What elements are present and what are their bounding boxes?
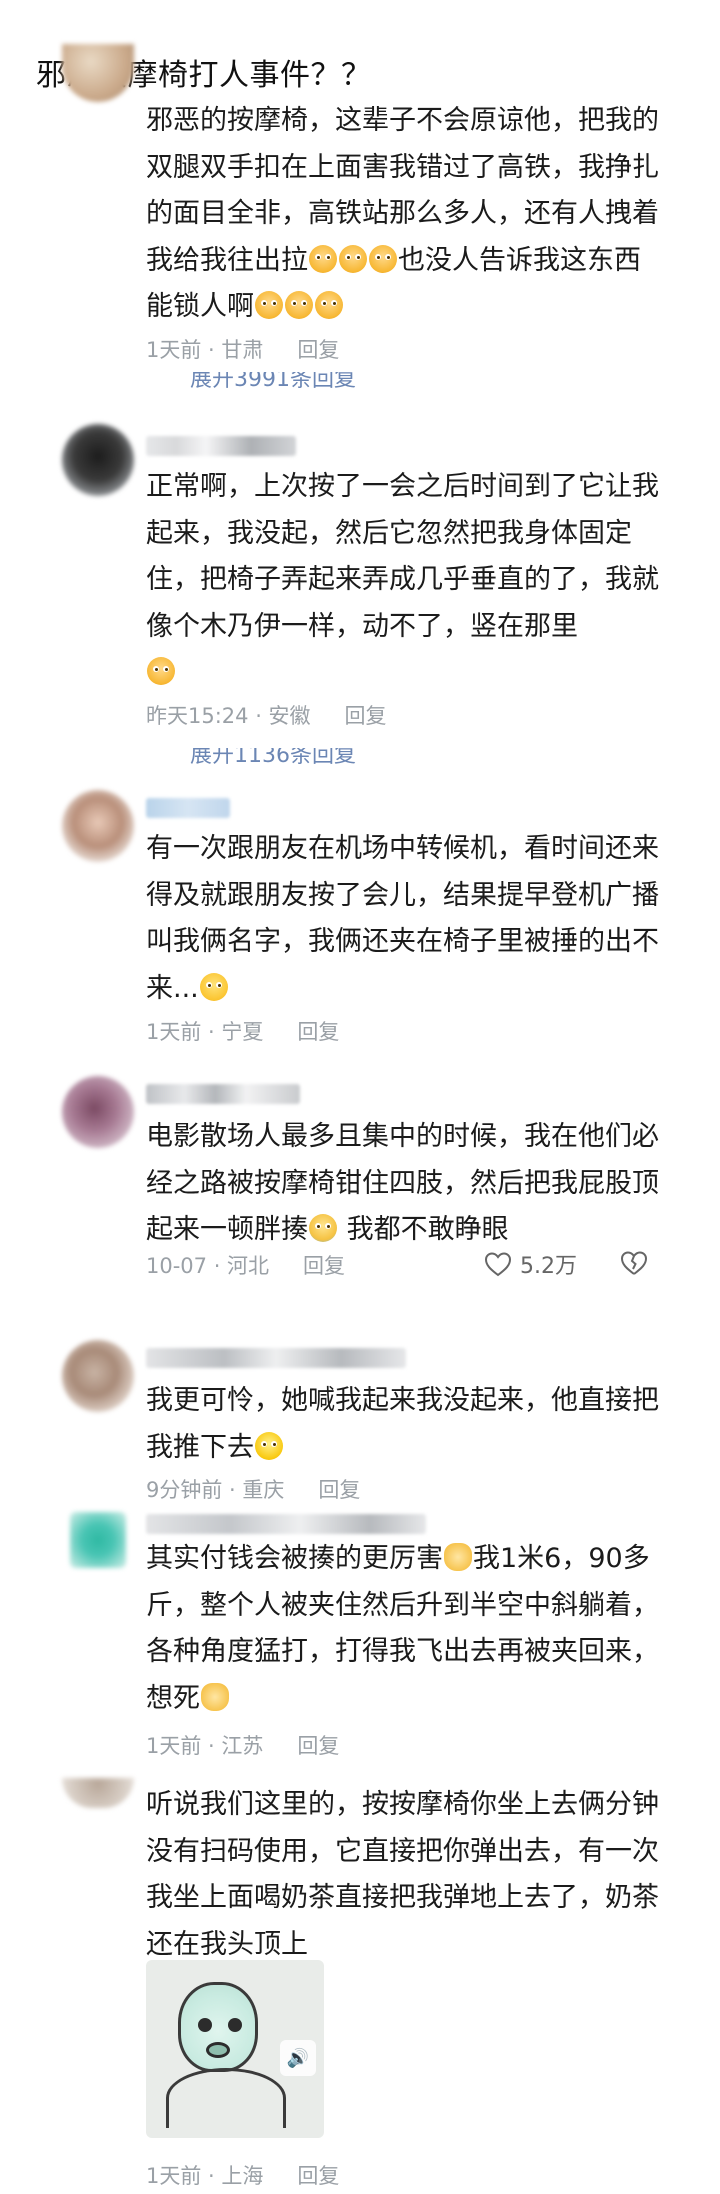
grimace-emoji (285, 291, 313, 319)
grimace-emoji (315, 291, 343, 319)
reply-button[interactable]: 回复 (318, 1474, 360, 1504)
comment-meta: 1天前 · 甘肃 回复 (146, 334, 339, 364)
avatar[interactable] (70, 1512, 126, 1568)
reply-button[interactable]: 回复 (345, 700, 387, 730)
avatar[interactable] (62, 1778, 134, 1808)
grimace-emoji (309, 244, 337, 273)
reply-button[interactable]: 回复 (297, 1730, 339, 1760)
crying-emoji (309, 1214, 337, 1242)
username-blurred[interactable] (146, 1348, 406, 1368)
meme-sticker-image[interactable]: 🔊 (146, 1960, 324, 2138)
grimace-emoji (255, 291, 283, 319)
folded-hands-emoji (201, 1682, 229, 1711)
comment-text: 其实付钱会被揍的更厉害 我1米6，90多斤，整个人被夹住然后升到半空中斜躺着，各种… (146, 1543, 659, 1714)
username-blurred[interactable] (146, 436, 296, 456)
comment-meta: 1天前 · 上海 回复 (146, 2160, 339, 2190)
comment-text: 听说我们这里的，按按摩椅你坐上去俩分钟没有扫码使用，它直接把你弹出去，有一次我坐… (146, 1789, 659, 1960)
comment-text: 电影散场人最多且集中的时候，我在他们必经之路被按摩椅钳住四肢，然后把我屁股顶起来… (146, 1121, 659, 1245)
username-blurred[interactable] (146, 798, 230, 818)
broken-heart-icon[interactable] (620, 1250, 648, 1276)
comment-time: 1天前 · 甘肃 (146, 338, 264, 362)
comment-time: 昨天15:24 · 安徽 (146, 704, 311, 728)
username-blurred[interactable] (146, 1084, 300, 1104)
grimace-emoji (339, 244, 367, 273)
expand-replies-link[interactable]: 展开1136条回复 (190, 748, 410, 766)
comment-time: 9分钟前 · 重庆 (146, 1478, 285, 1502)
comment-time: 1天前 · 宁夏 (146, 1020, 264, 1044)
comment-text: 我更可怜，她喊我起来我没起来，他直接把我推下去 (146, 1385, 659, 1463)
like-count: 5.2万 (520, 1254, 577, 1279)
avatar[interactable] (62, 424, 134, 496)
comment-meta: 昨天15:24 · 安徽 回复 (146, 700, 387, 730)
comment-time: 1天前 · 江苏 (146, 1734, 264, 1758)
like-button[interactable]: 5.2万 (484, 1248, 577, 1280)
comment-time: 1天前 · 上海 (146, 2164, 264, 2188)
reply-button[interactable]: 回复 (297, 334, 339, 364)
expand-replies-link[interactable]: 展开3991条回复 (190, 372, 410, 390)
comment-meta: 9分钟前 · 重庆 回复 (146, 1474, 360, 1504)
comment-meta: 1天前 · 江苏 回复 (146, 1730, 339, 1760)
comment-text: 正常啊，上次按了一会之后时间到了它让我起来，我没起，然后它忽然把我身体固定住，把… (146, 464, 666, 697)
grimace-emoji (147, 657, 175, 685)
avatar[interactable] (62, 1076, 134, 1148)
comment-time: 10-07 · 河北 (146, 1254, 270, 1278)
avatar[interactable] (62, 790, 134, 862)
speaker-icon[interactable]: 🔊 (280, 2040, 316, 2076)
sweat-smile-emoji (199, 972, 228, 1001)
heart-icon (484, 1252, 512, 1277)
reply-button[interactable]: 回复 (303, 1250, 345, 1280)
reply-button[interactable]: 回复 (297, 1016, 339, 1046)
comment-text: 邪恶的按摩椅，这辈子不会原谅他，把我的双腿双手扣在上面害我错过了高铁，我挣扎的面… (146, 105, 659, 322)
folded-hands-emoji (444, 1543, 472, 1571)
avatar[interactable] (62, 1340, 134, 1412)
comment-meta: 10-07 · 河北 回复 (146, 1250, 345, 1280)
username-blurred[interactable] (146, 1514, 426, 1534)
comment-meta: 1天前 · 宁夏 回复 (146, 1016, 339, 1046)
reply-button[interactable]: 回复 (297, 2160, 339, 2190)
laughing-emoji (255, 1431, 283, 1460)
comment-text: 有一次跟朋友在机场中转候机，看时间还来得及就跟朋友按了会儿，结果提早登机广播叫我… (146, 833, 659, 1004)
grimace-emoji (369, 244, 397, 273)
